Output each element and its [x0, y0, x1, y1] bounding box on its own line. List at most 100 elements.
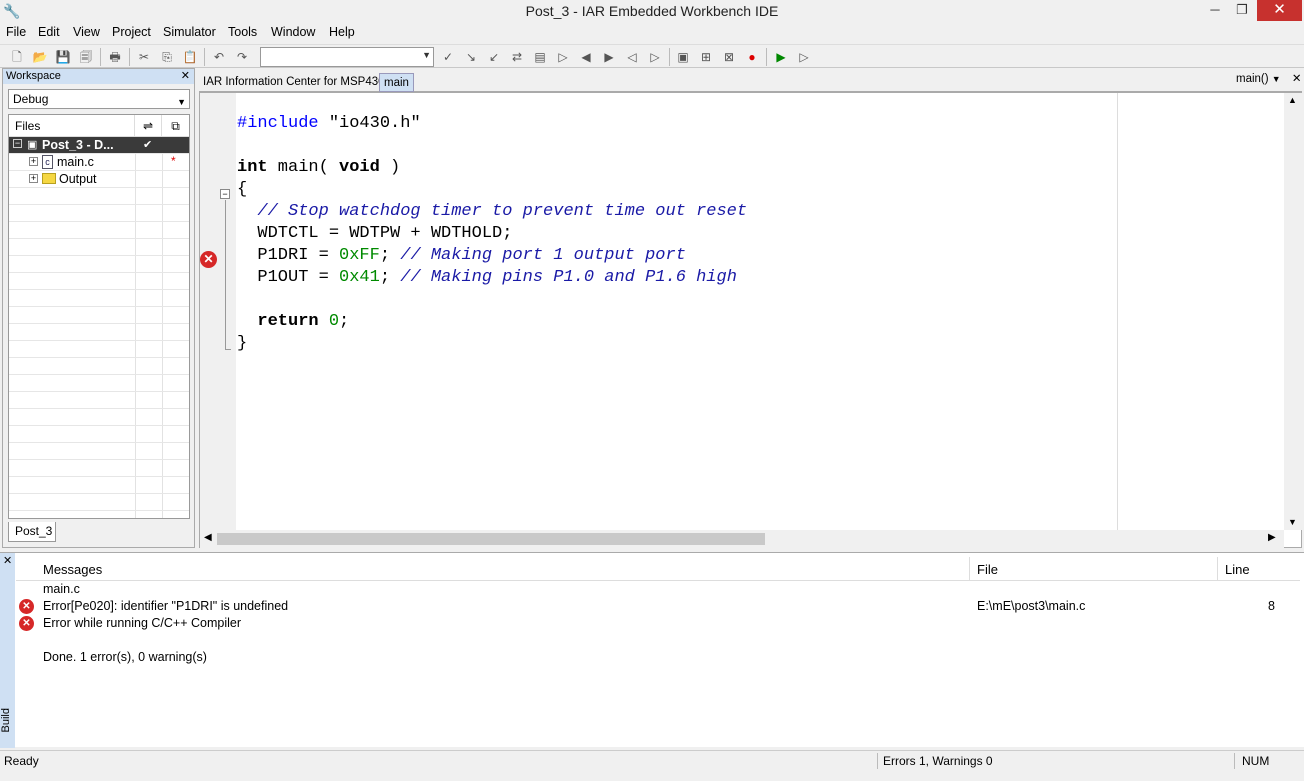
file-label: main.c [57, 155, 94, 169]
find-prev-icon[interactable]: ↙ [485, 48, 503, 66]
checkmark-column-icon[interactable]: ⇌ [135, 115, 162, 137]
tab-information-center[interactable]: IAR Information Center for MSP430 [199, 73, 389, 92]
print-icon[interactable]: 🖶 [106, 48, 124, 66]
build-tab-label[interactable]: Build [0, 708, 15, 732]
messages-header: Messages File Line [16, 557, 1300, 581]
replace-icon[interactable]: ⇄ [508, 48, 526, 66]
scroll-left-icon[interactable]: ◀ [204, 532, 212, 543]
menu-project[interactable]: Project [112, 25, 151, 39]
stop-build-icon[interactable]: ⊠ [720, 48, 738, 66]
copy-icon[interactable]: ⎘ [158, 48, 176, 66]
make-icon[interactable]: ⊞ [697, 48, 715, 66]
menu-file[interactable]: File [6, 25, 26, 39]
project-icon: ▣ [27, 139, 38, 151]
save-all-icon[interactable]: 🗐 [77, 48, 95, 66]
file-column-header[interactable]: File [977, 562, 998, 577]
find-icon[interactable]: ✓ [439, 48, 457, 66]
error-icon: ✕ [19, 599, 34, 614]
tree-row-output[interactable]: + Output [9, 171, 189, 188]
modified-mark: * [171, 154, 176, 168]
find-next-icon[interactable]: ↘ [462, 48, 480, 66]
download-debug-icon[interactable]: ▶ [772, 48, 790, 66]
line-column-header[interactable]: Line [1225, 562, 1250, 577]
open-folder-icon[interactable]: 📂 [31, 48, 49, 66]
tab-main[interactable]: main [379, 73, 414, 92]
message-line: 8 [1268, 599, 1275, 613]
message-text[interactable]: main.c [43, 582, 80, 596]
paste-icon[interactable]: 📋 [181, 48, 199, 66]
title-bar: 🔧 Post_3 - IAR Embedded Workbench IDE ─ … [0, 0, 1304, 23]
next-bookmark-icon[interactable]: ▶ [600, 48, 618, 66]
cut-icon[interactable]: ✂ [135, 48, 153, 66]
message-text[interactable]: Error[Pe020]: identifier "P1DRI" is unde… [43, 599, 288, 613]
collapse-icon[interactable]: − [13, 139, 22, 148]
menu-help[interactable]: Help [329, 25, 355, 39]
editor-gutter [200, 93, 236, 530]
status-errors: Errors 1, Warnings 0 [883, 754, 993, 768]
menu-edit[interactable]: Edit [38, 25, 60, 39]
function-selector[interactable]: main() ▼ ✕ [1236, 71, 1302, 85]
project-label: Post_3 - D... [42, 138, 114, 152]
check-icon: ✔ [143, 139, 153, 151]
status-bar: Ready Errors 1, Warnings 0 NUM [0, 750, 1304, 770]
code-editor[interactable]: ✕ − #include "io430.h" ​ int main( void … [199, 92, 1302, 548]
menu-view[interactable]: View [73, 25, 100, 39]
bookmark-icon[interactable]: ▷ [554, 48, 572, 66]
menu-window[interactable]: Window [271, 25, 315, 39]
tree-row-main-c[interactable]: + c main.c * [9, 154, 189, 171]
configuration-select[interactable]: Debug ▼ [8, 89, 190, 109]
compile-icon[interactable]: ▣ [674, 48, 692, 66]
prev-bookmark-icon[interactable]: ◀ [577, 48, 595, 66]
fold-icon[interactable]: − [220, 189, 230, 199]
expand-icon[interactable]: + [29, 157, 38, 166]
folder-icon [42, 173, 56, 184]
message-text[interactable]: Error while running C/C++ Compiler [43, 616, 241, 630]
find-combo[interactable]: ▼ [260, 47, 434, 67]
minimize-button[interactable]: ─ [1200, 0, 1230, 21]
chevron-down-icon: ▼ [422, 50, 431, 60]
restore-button[interactable]: ❐ [1228, 0, 1256, 21]
horizontal-scrollbar[interactable]: ◀ ▶ [200, 530, 1284, 548]
chevron-down-icon: ▼ [177, 97, 186, 107]
folder-label: Output [59, 172, 97, 186]
scroll-thumb[interactable] [217, 533, 765, 545]
options-column-icon[interactable]: ⧉ [162, 115, 189, 137]
redo-icon[interactable]: ↷ [233, 48, 251, 66]
scroll-right-icon[interactable]: ▶ [1268, 532, 1276, 543]
debug-without-download-icon[interactable]: ▷ [795, 48, 813, 66]
goto-icon[interactable]: ▤ [531, 48, 549, 66]
tree-row-project[interactable]: − ▣ Post_3 - D... ✔ [9, 137, 189, 154]
menu-tools[interactable]: Tools [228, 25, 257, 39]
close-button[interactable]: ✕ [1257, 0, 1302, 21]
workspace-close-icon[interactable]: ✕ [181, 69, 190, 82]
message-text[interactable]: Done. 1 error(s), 0 warning(s) [43, 650, 207, 664]
messages-column-header[interactable]: Messages [43, 562, 102, 577]
configuration-value: Debug [13, 92, 49, 106]
scroll-up-icon[interactable]: ▲ [1288, 95, 1297, 105]
menu-bar: File Edit View Project Simulator Tools W… [0, 23, 1304, 43]
workspace-panel: Workspace ✕ Debug ▼ Files ⇌ ⧉ − ▣ Post_3… [2, 68, 195, 548]
chevron-down-icon: ▼ [1271, 74, 1281, 84]
code-text[interactable]: #include "io430.h" ​ int main( void ) { … [237, 113, 747, 355]
file-tree: Files ⇌ ⧉ − ▣ Post_3 - D... ✔ + c main.c… [8, 114, 190, 519]
scroll-down-icon[interactable]: ▼ [1288, 517, 1297, 527]
files-header[interactable]: Files [9, 115, 135, 137]
build-panel: ✕ Build Messages File Line main.c ✕ Erro… [0, 552, 1304, 748]
workspace-tab[interactable]: Post_3 [8, 522, 56, 542]
undo-icon[interactable]: ↶ [210, 48, 228, 66]
expand-icon[interactable]: + [29, 174, 38, 183]
build-close-icon[interactable]: ✕ [3, 554, 12, 567]
error-marker-icon: ✕ [200, 251, 217, 268]
window-title: Post_3 - IAR Embedded Workbench IDE [525, 3, 779, 19]
editor-close-icon[interactable]: ✕ [1292, 73, 1302, 85]
vertical-scrollbar[interactable]: ▲ ▼ [1284, 93, 1302, 530]
nav-forward-icon[interactable]: ▷ [646, 48, 664, 66]
nav-back-icon[interactable]: ◁ [623, 48, 641, 66]
save-icon[interactable]: 💾 [54, 48, 72, 66]
c-file-icon: c [42, 155, 53, 169]
toolbar: 🗋 📂 💾 🗐 🖶 ✂ ⎘ 📋 ↶ ↷ ▼ ✓ ↘ ↙ ⇄ ▤ ▷ ◀ ▶ ◁ … [0, 44, 1304, 68]
menu-simulator[interactable]: Simulator [163, 25, 216, 39]
status-text: Ready [4, 754, 39, 768]
new-file-icon[interactable]: 🗋 [8, 48, 26, 66]
breakpoint-icon[interactable]: ● [743, 48, 761, 66]
